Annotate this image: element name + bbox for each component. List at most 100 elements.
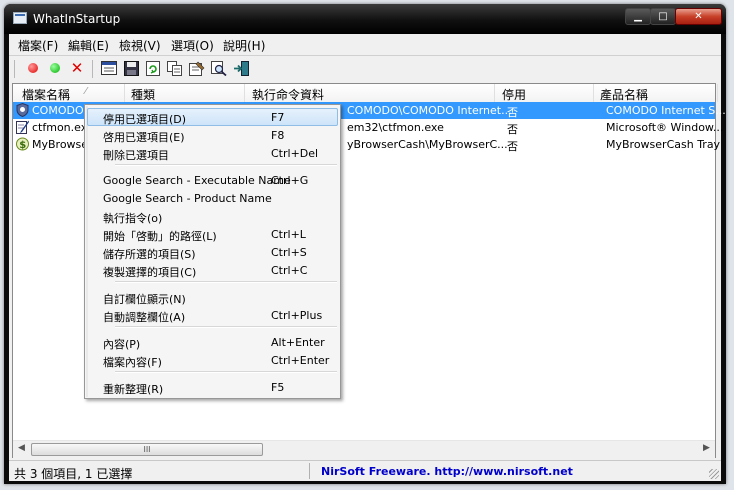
nirsoft-link[interactable]: NirSoft Freeware. http://www.nirsoft.net xyxy=(321,465,573,478)
column-product[interactable]: 產品名稱 xyxy=(600,86,648,103)
menu-item-choose-columns[interactable]: 自訂欄位顯示(N) xyxy=(87,288,338,306)
menu-item-auto-size-columns[interactable]: 自動調整欄位(A) Ctrl+Plus xyxy=(87,306,338,324)
column-command[interactable]: 執行命令資料 xyxy=(252,86,324,103)
menu-item-file-properties[interactable]: 檔案內容(F) Ctrl+Enter xyxy=(87,351,338,369)
menu-item-delete-selected[interactable]: 刪除已選項目 Ctrl+Del xyxy=(87,144,338,162)
menu-file[interactable]: 檔案(F) xyxy=(18,37,58,54)
properties-button[interactable] xyxy=(189,60,205,76)
cell-disabled: 否 xyxy=(507,106,518,119)
minimize-button[interactable]: ▁ xyxy=(625,8,651,25)
horizontal-scrollbar[interactable]: ◀ III ▶ xyxy=(13,440,715,458)
cell-filename: COMODO xyxy=(32,104,84,117)
menu-item-disable-selected[interactable]: 停用已選項目(D) F7 xyxy=(87,108,338,126)
menu-item-shortcut: Ctrl+L xyxy=(271,228,306,241)
refresh-icon xyxy=(146,60,160,76)
floppy-disk-icon xyxy=(123,60,139,76)
scroll-thumb[interactable]: III xyxy=(31,443,263,456)
menu-item-label: 自動調整欄位(A) xyxy=(103,311,186,324)
scroll-right-icon[interactable]: ▶ xyxy=(703,443,710,453)
menu-item-label: 刪除已選項目 xyxy=(103,149,169,162)
cell-command: em32\ctfmon.exe xyxy=(347,121,444,134)
menu-item-label: 啓用已選項目(E) xyxy=(103,131,185,144)
menu-bar: 檔案(F) 編輯(E) 檢視(V) 選項(O) 說明(H) xyxy=(9,34,721,53)
magnifier-icon xyxy=(211,60,227,76)
cell-product: MyBrowserCash Tray xyxy=(606,138,721,151)
context-menu: 停用已選項目(D) F7 啓用已選項目(E) F8 刪除已選項目 Ctrl+Del G… xyxy=(84,104,341,399)
svg-text:$: $ xyxy=(19,140,26,151)
cell-filename: ctfmon.ex xyxy=(32,121,88,134)
menu-item-shortcut: Ctrl+Del xyxy=(271,147,319,160)
menu-item-save-selected[interactable]: 儲存所選的項目(S) Ctrl+S xyxy=(87,243,338,261)
html-report-button[interactable] xyxy=(101,60,117,76)
list-header: 檔案名稱 ⁄ 種類 執行命令資料 停用 產品名稱 xyxy=(13,84,718,103)
exit-button[interactable] xyxy=(233,60,249,76)
menu-item-label: 開始「啓動」的路徑(L) xyxy=(103,230,217,243)
cell-product: COMODO Internet S... xyxy=(606,104,726,117)
scroll-left-icon[interactable]: ◀ xyxy=(18,443,25,453)
menu-edit[interactable]: 編輯(E) xyxy=(68,37,109,54)
menu-item-properties[interactable]: 內容(P) Alt+Enter xyxy=(87,333,338,351)
menu-item-enable-selected[interactable]: 啓用已選項目(E) F8 xyxy=(87,126,338,144)
window-report-icon xyxy=(101,61,117,75)
menu-separator xyxy=(115,164,337,166)
column-disabled[interactable]: 停用 xyxy=(502,86,526,103)
copy-button[interactable] xyxy=(167,60,183,76)
menu-item-label: 執行指令(o) xyxy=(103,212,163,225)
minimize-icon: ▁ xyxy=(634,11,642,22)
column-filename[interactable]: 檔案名稱 xyxy=(22,86,70,103)
red-x-icon: ✕ xyxy=(70,59,84,77)
shield-icon xyxy=(16,103,29,117)
menu-item-google-product[interactable]: Google Search - Product Name xyxy=(87,189,338,207)
find-button[interactable] xyxy=(211,60,227,76)
menu-item-label: 停用已選項目(D) xyxy=(103,113,187,126)
dollar-icon: $ xyxy=(16,137,29,151)
menu-options[interactable]: 選項(O) xyxy=(171,37,214,54)
save-button[interactable] xyxy=(123,60,139,76)
menu-separator xyxy=(115,326,337,328)
status-divider xyxy=(309,463,310,479)
status-bar: 共 3 個項目, 1 已選擇 NirSoft Freeware. http://… xyxy=(9,460,721,481)
menu-item-shortcut: F7 xyxy=(271,111,285,124)
disable-item-button[interactable] xyxy=(25,60,41,76)
exit-door-icon xyxy=(234,60,249,76)
sort-arrow-icon: ⁄ xyxy=(85,86,87,97)
menu-help[interactable]: 說明(H) xyxy=(223,37,265,54)
title-bar[interactable]: WhatInStartup ▁ □ ✕ xyxy=(4,4,726,34)
cell-product: Microsoft® Window... xyxy=(606,121,724,134)
close-button[interactable]: ✕ xyxy=(675,8,722,25)
menu-item-label: 自訂欄位顯示(N) xyxy=(103,293,186,306)
window-title: WhatInStartup xyxy=(33,12,121,26)
refresh-button[interactable] xyxy=(145,60,161,76)
menu-item-label: 重新整理(R) xyxy=(103,383,164,396)
menu-item-shortcut: Ctrl+Enter xyxy=(271,354,330,367)
delete-item-button[interactable]: ✕ xyxy=(69,60,85,76)
menu-item-label: Google Search - Product Name xyxy=(103,192,272,205)
menu-separator xyxy=(115,371,337,373)
cell-disabled: 否 xyxy=(507,140,518,153)
menu-item-label: 儲存所選的項目(S) xyxy=(103,248,196,261)
cell-command: COMODO\COMODO Internet... xyxy=(347,104,512,117)
notepad-pen-icon xyxy=(16,120,29,134)
menu-separator xyxy=(115,281,337,283)
menu-item-shortcut: Ctrl+C xyxy=(271,264,308,277)
menu-item-label: 複製選擇的項目(C) xyxy=(103,266,197,279)
menu-item-shortcut: F5 xyxy=(271,381,285,394)
enable-item-button[interactable] xyxy=(47,60,63,76)
menu-item-shortcut: Alt+Enter xyxy=(271,336,325,349)
menu-item-refresh[interactable]: 重新整理(R) F5 xyxy=(87,378,338,396)
menu-item-google-executable[interactable]: Google Search - Executable Name Ctrl+G xyxy=(87,171,338,189)
menu-item-shortcut: F8 xyxy=(271,129,285,142)
maximize-icon: □ xyxy=(658,11,668,22)
column-type[interactable]: 種類 xyxy=(131,86,155,103)
menu-item-open-startup-path[interactable]: 開始「啓動」的路徑(L) Ctrl+L xyxy=(87,225,338,243)
green-dot-icon xyxy=(50,63,60,73)
app-icon xyxy=(13,12,27,24)
copy-icon xyxy=(167,60,182,76)
properties-icon xyxy=(189,61,205,76)
menu-view[interactable]: 檢視(V) xyxy=(119,37,161,54)
menu-item-shortcut: Ctrl+Plus xyxy=(271,309,323,322)
maximize-button[interactable]: □ xyxy=(650,8,676,25)
resize-grip-icon[interactable] xyxy=(709,469,719,479)
menu-item-run-command[interactable]: 執行指令(o) xyxy=(87,207,338,225)
menu-item-copy-selected[interactable]: 複製選擇的項目(C) Ctrl+C xyxy=(87,261,338,279)
